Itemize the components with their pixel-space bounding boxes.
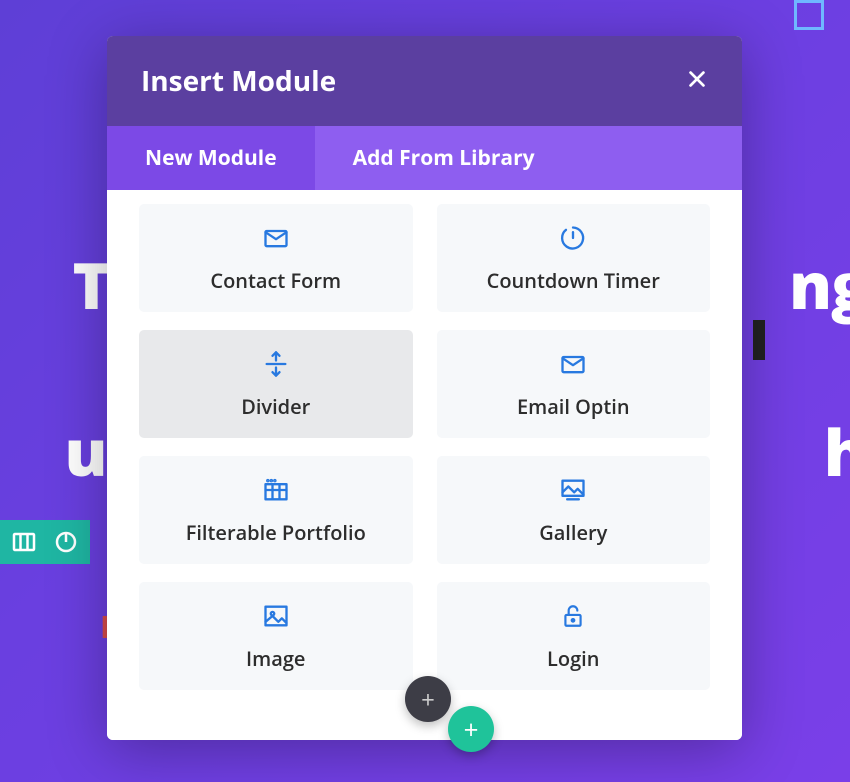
module-label: Image [246,645,305,672]
module-card-email-optin[interactable]: Email Optin [437,330,711,438]
module-card-contact-form[interactable]: Contact Form [139,204,413,312]
plus-icon: + [464,711,479,747]
module-label: Filterable Portfolio [186,519,366,546]
module-label: Gallery [539,519,607,546]
countdown-icon [559,224,587,257]
lock-icon [560,602,586,635]
mail-icon [262,224,290,257]
image-icon [262,602,290,635]
bg-text-fragment: ngo [789,241,850,328]
module-label: Countdown Timer [487,267,660,294]
add-button-dark[interactable]: + [405,676,451,722]
module-grid: Contact Form Countdown Timer Divider Email … [107,190,742,740]
module-card-divider[interactable]: Divider [139,330,413,438]
module-card-image[interactable]: Image [139,582,413,690]
close-button[interactable] [686,68,708,95]
add-button-green[interactable]: + [448,706,494,752]
plus-icon: + [421,683,435,716]
tab-add-from-library[interactable]: Add From Library [315,126,742,190]
insert-module-modal: Insert Module New Module Add From Librar… [107,36,742,740]
module-card-gallery[interactable]: Gallery [437,456,711,564]
tab-new-module[interactable]: New Module [107,126,315,190]
modal-title: Insert Module [141,62,336,100]
module-card-filterable-portfolio[interactable]: Filterable Portfolio [139,456,413,564]
modal-header: Insert Module [107,36,742,126]
module-label: Divider [241,393,310,420]
module-card-countdown-timer[interactable]: Countdown Timer [437,204,711,312]
columns-icon[interactable] [12,530,36,554]
close-icon [686,68,708,90]
side-toolbar [0,520,90,564]
modal-tabs: New Module Add From Library [107,126,742,190]
module-label: Contact Form [210,267,341,294]
power-icon[interactable] [54,530,78,554]
module-label: Login [547,645,599,672]
divider-icon [262,350,290,383]
mail-icon [559,350,587,383]
module-card-login[interactable]: Login [437,582,711,690]
gallery-icon [558,476,588,509]
grid-icon [261,476,291,509]
decorative-square [794,0,824,30]
bg-text-fragment: he [824,408,850,495]
module-label: Email Optin [517,393,630,420]
